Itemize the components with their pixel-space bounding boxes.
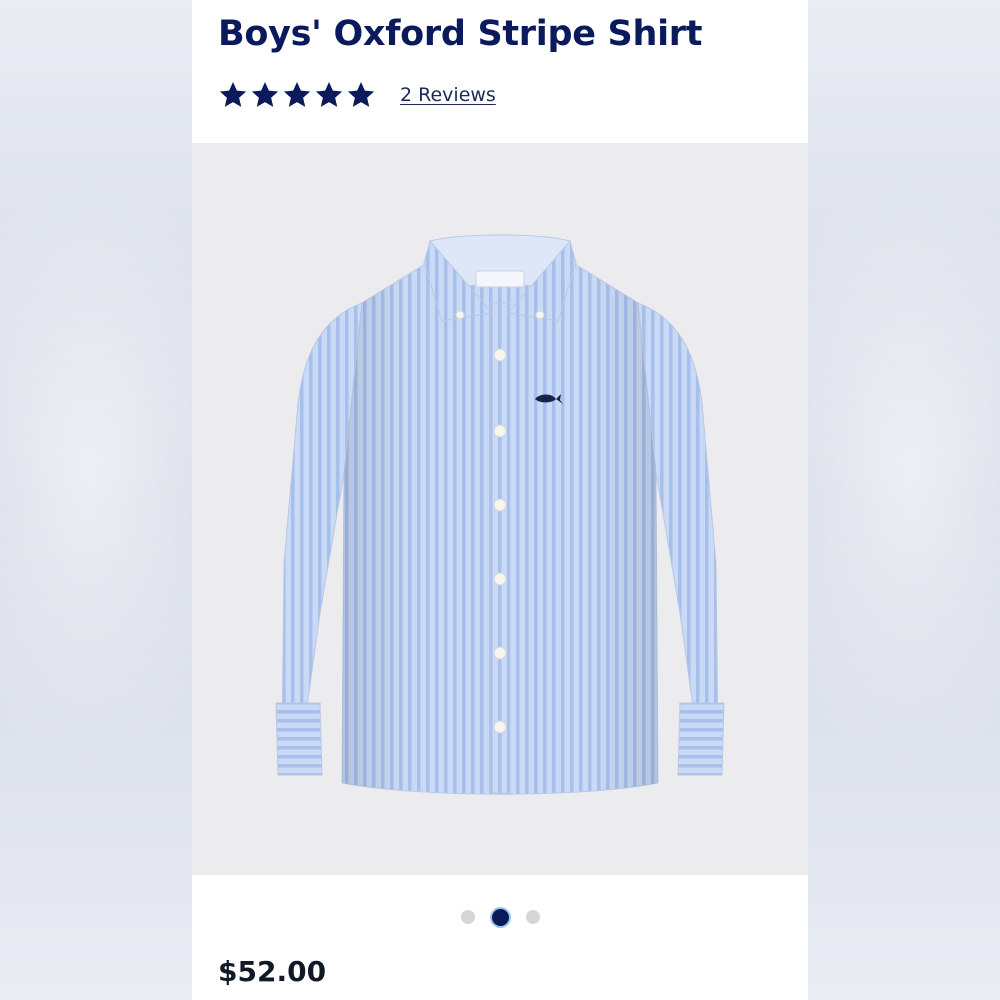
star-icon	[282, 80, 312, 110]
star-rating	[218, 80, 376, 110]
gallery-dot-3[interactable]	[525, 910, 540, 924]
oxford-stripe-shirt-photo	[275, 234, 725, 795]
star-icon	[314, 80, 344, 110]
product-price: $52.00	[218, 955, 327, 988]
star-icon	[250, 80, 280, 110]
rating-row: 2 Reviews	[218, 78, 496, 112]
star-icon	[218, 80, 248, 110]
star-icon	[346, 80, 376, 110]
product-image-gallery[interactable]	[192, 143, 808, 875]
product-card: Boys' Oxford Stripe Shirt 2 Reviews $52.…	[192, 0, 808, 1000]
product-title: Boys' Oxford Stripe Shirt	[218, 14, 703, 54]
gallery-dot-1[interactable]	[460, 910, 475, 924]
gallery-dot-2-active[interactable]	[491, 908, 509, 926]
reviews-link[interactable]: 2 Reviews	[400, 84, 496, 106]
gallery-pagination	[192, 905, 808, 929]
